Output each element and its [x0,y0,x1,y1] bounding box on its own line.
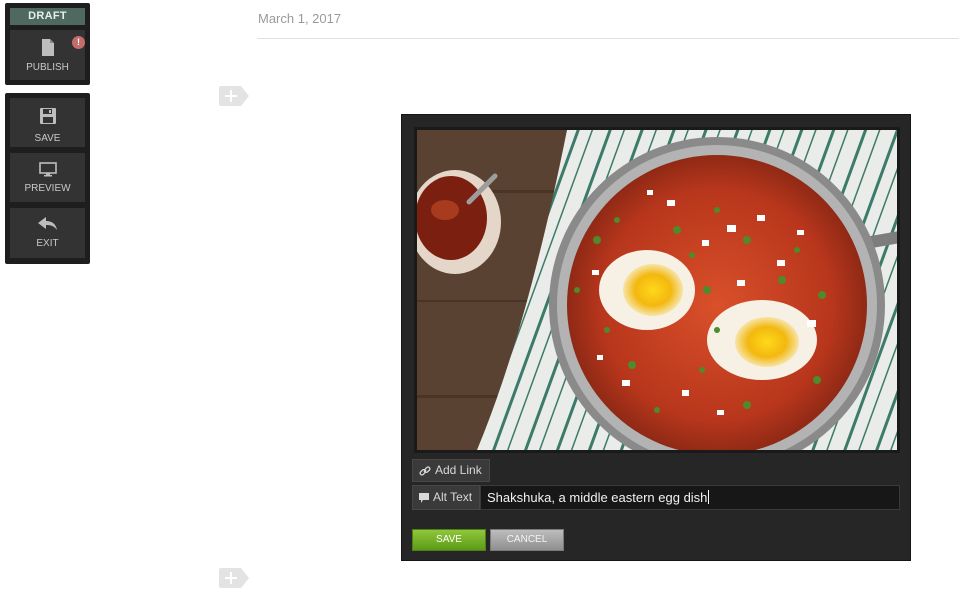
image-editor-panel: Add Link Alt Text Shakshuka, a middle ea… [401,114,911,561]
add-link-button[interactable]: Add Link [412,459,490,482]
alt-text-label: Alt Text [412,485,480,510]
floppy-disk-icon [39,108,56,124]
undo-arrow-icon [37,217,57,230]
publish-label: PUBLISH [26,62,69,73]
speech-bubble-icon [419,492,429,503]
alt-text-input[interactable]: Shakshuka, a middle eastern egg dish [480,485,900,510]
add-block-plus-icon[interactable] [219,568,249,588]
publish-toolbar: DRAFT ! PUBLISH [5,3,90,85]
image-frame [414,127,900,453]
publish-alert-badge: ! [72,36,85,49]
preview-button[interactable]: PREVIEW [10,153,85,202]
alt-text-label-text: Alt Text [433,490,473,504]
preview-label: PREVIEW [24,183,71,194]
document-icon [41,39,54,56]
add-link-label: Add Link [435,463,482,477]
cancel-button[interactable]: CANCEL [490,529,564,551]
text-cursor [708,490,710,504]
header-divider [257,38,959,39]
actions-toolbar: SAVE PREVIEW EXIT [5,93,90,264]
link-icon [419,466,431,476]
save-image-button[interactable]: SAVE [412,529,486,551]
save-label: SAVE [34,133,61,144]
shakshuka-photo[interactable] [417,130,897,450]
publish-button[interactable]: ! PUBLISH [10,30,85,80]
save-button[interactable]: SAVE [10,98,85,147]
exit-button[interactable]: EXIT [10,208,85,258]
post-date: March 1, 2017 [258,11,342,26]
draft-badge: DRAFT [10,8,85,25]
alt-text-value: Shakshuka, a middle eastern egg dish [487,490,708,505]
exit-label: EXIT [36,238,59,249]
add-block-plus-icon[interactable] [219,86,249,106]
monitor-icon [38,162,57,177]
